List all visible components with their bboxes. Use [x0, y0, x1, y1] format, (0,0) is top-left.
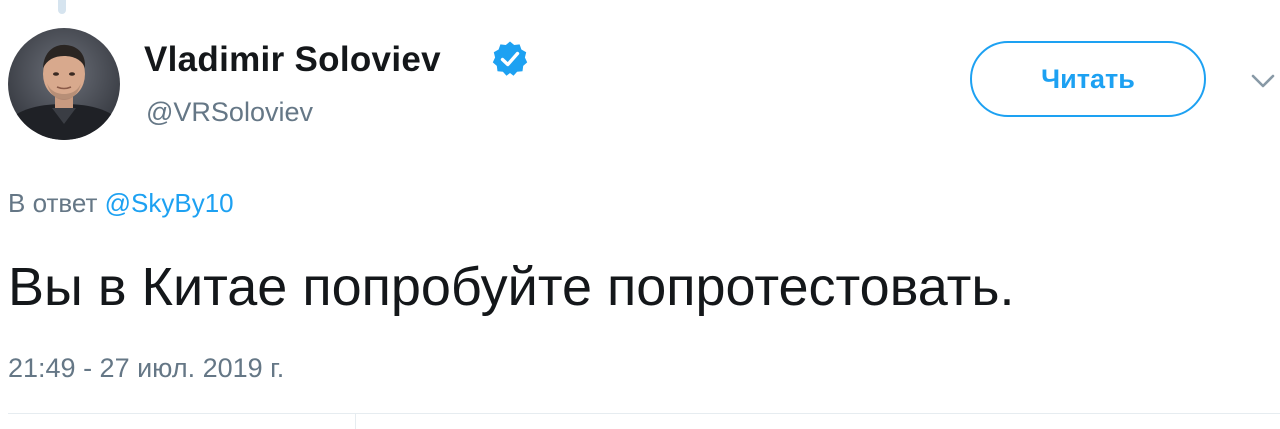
tweet-card: Vladimir Soloviev @VRSoloviev Читать В о…: [0, 0, 1280, 429]
verified-badge-icon: [492, 41, 528, 76]
reply-prefix-label: В ответ: [8, 188, 98, 218]
avatar[interactable]: [8, 28, 120, 140]
author-handle[interactable]: @VRSoloviev: [146, 94, 313, 130]
follow-button[interactable]: Читать: [970, 41, 1206, 117]
tweet-timestamp[interactable]: 21:49 - 27 июл. 2019 г.: [8, 350, 284, 386]
thread-connector-line: [58, 0, 66, 14]
author-display-name[interactable]: Vladimir Soloviev: [144, 38, 441, 82]
stats-separator: [355, 414, 356, 429]
avatar-image: [8, 28, 120, 140]
divider: [8, 413, 1280, 414]
tweet-text: Вы в Китае попробуйте попротестовать.: [8, 257, 1015, 317]
reply-context: В ответ @SkyBy10: [8, 186, 234, 220]
chevron-down-icon[interactable]: [1250, 70, 1276, 92]
reply-to-handle-link[interactable]: @SkyBy10: [105, 188, 234, 218]
